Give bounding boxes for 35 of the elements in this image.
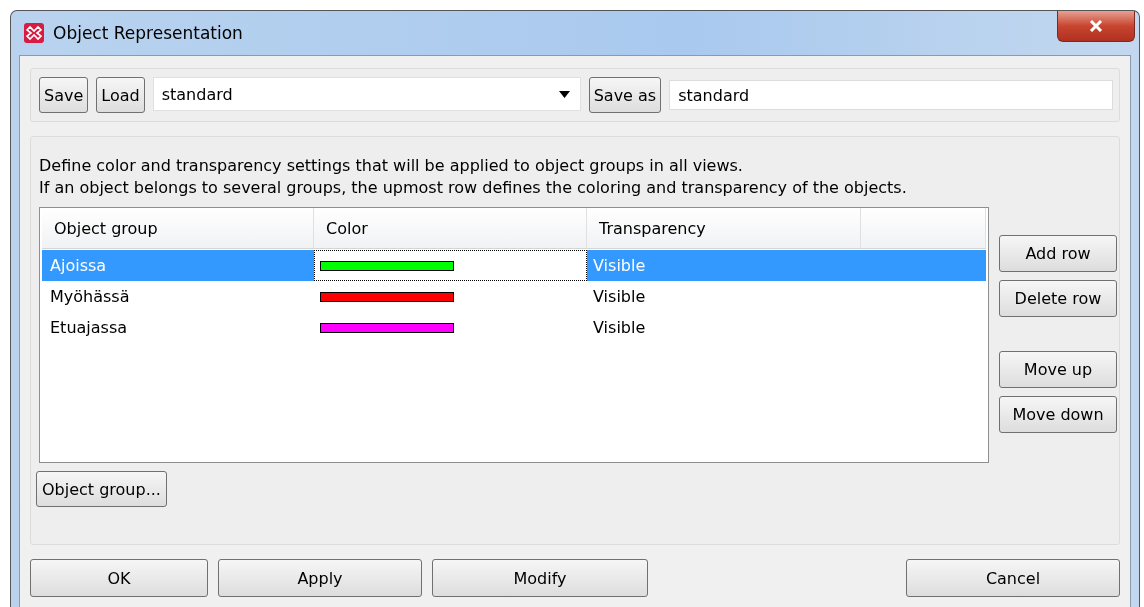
window-title: Object Representation xyxy=(53,23,243,43)
object-group-button[interactable]: Object group... xyxy=(36,471,167,507)
save-as-name-field[interactable]: standard xyxy=(669,80,1113,110)
table-cell-text: Ajoissa xyxy=(49,255,108,277)
color-swatch[interactable] xyxy=(320,260,454,271)
close-button[interactable] xyxy=(1057,11,1135,42)
table-cell-text: Etuajassa xyxy=(49,317,129,339)
profile-dropdown[interactable]: standard xyxy=(152,77,581,111)
row-action-button[interactable]: Delete row xyxy=(999,280,1117,317)
table-cell-text: Visible xyxy=(592,286,647,308)
description-text: If an object belongs to several groups, the upmost row defines the coloring and transparency of the objects. xyxy=(39,177,908,199)
toolbar-button[interactable]: Save xyxy=(39,77,89,113)
column-header[interactable]: Color xyxy=(314,208,587,248)
close-icon xyxy=(1089,20,1103,32)
dialog-button[interactable]: Modify xyxy=(432,559,648,597)
row-action-button[interactable]: Add row xyxy=(999,235,1117,272)
column-header[interactable]: Object group xyxy=(42,208,314,248)
table-row[interactable]: Etuajassa Visible xyxy=(42,312,986,343)
table-row[interactable]: Myöhässä Visible xyxy=(42,281,986,312)
dialog-button[interactable]: OK xyxy=(30,559,208,597)
color-swatch[interactable] xyxy=(320,291,454,302)
dropdown-caret-icon xyxy=(558,90,570,98)
table-cell-text: Visible xyxy=(592,255,647,277)
table-cell-text: Myöhässä xyxy=(49,286,131,308)
color-swatch[interactable] xyxy=(320,322,454,333)
table-cell-text: Visible xyxy=(592,317,647,339)
description-text: Define color and transparency settings that will be applied to object groups in all views. xyxy=(39,155,744,177)
save-as-button[interactable]: Save as xyxy=(588,77,662,113)
move-row-button[interactable]: Move up xyxy=(999,351,1117,388)
column-header[interactable]: Transparency xyxy=(587,208,861,248)
dialog-button[interactable]: Cancel xyxy=(906,559,1120,597)
dialog-button[interactable]: Apply xyxy=(218,559,422,597)
app-logo-icon xyxy=(23,22,45,44)
toolbar-button[interactable]: Load xyxy=(96,77,145,113)
move-row-button[interactable]: Move down xyxy=(999,396,1117,433)
